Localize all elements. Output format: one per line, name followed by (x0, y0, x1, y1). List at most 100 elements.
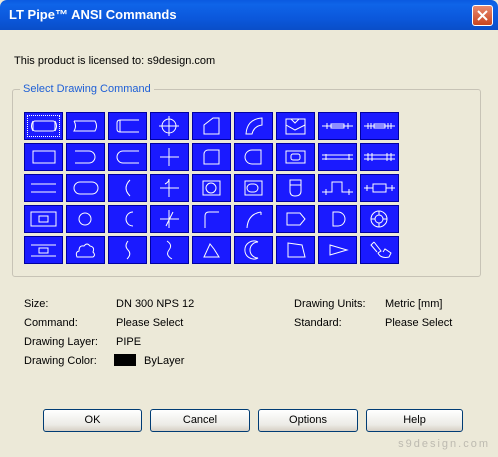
cross-icon (160, 148, 179, 166)
command-button[interactable] (108, 112, 147, 140)
pipe-line-icon (322, 154, 353, 160)
command-button[interactable] (192, 112, 231, 140)
command-button[interactable] (108, 174, 147, 202)
command-button[interactable] (150, 143, 189, 171)
shield-icon (289, 179, 302, 197)
command-button[interactable] (318, 174, 357, 202)
circle-icon (78, 212, 92, 226)
command-button[interactable] (24, 174, 63, 202)
rounded-square-icon (203, 149, 220, 165)
command-button[interactable] (234, 236, 273, 264)
ok-button[interactable]: OK (43, 409, 142, 432)
command-button[interactable] (360, 112, 399, 140)
command-button[interactable] (150, 174, 189, 202)
s-curve-icon (125, 240, 131, 260)
irregular-quad-icon (287, 242, 306, 258)
units-label: Drawing Units: (294, 298, 366, 310)
command-button[interactable] (108, 143, 147, 171)
rounded-end-icon (75, 150, 96, 164)
double-pipe-icon (364, 153, 395, 161)
size-label: Size: (24, 298, 49, 310)
cloud-icon (75, 243, 95, 258)
pentagon-icon (286, 212, 306, 226)
command-button[interactable] (318, 236, 357, 264)
inner-rect-icon (30, 211, 57, 227)
crosshair-circle-icon (159, 116, 179, 136)
command-button[interactable] (66, 236, 105, 264)
command-button[interactable] (192, 143, 231, 171)
command-button[interactable] (360, 236, 399, 264)
command-button[interactable] (360, 205, 399, 233)
command-button[interactable] (234, 205, 273, 233)
arc-icon (125, 179, 131, 197)
command-button[interactable] (234, 112, 273, 140)
command-button[interactable] (192, 205, 231, 233)
flange-pair-dark-icon (364, 123, 395, 129)
command-button[interactable] (24, 205, 63, 233)
c-arc-icon (125, 211, 134, 227)
command-button[interactable] (192, 236, 231, 264)
size-value: DN 300 NPS 12 (116, 298, 195, 310)
close-button[interactable] (472, 5, 493, 26)
flange-pair-icon (322, 123, 353, 129)
circle-in-square-icon (202, 180, 221, 196)
command-button[interactable] (24, 112, 63, 140)
command-button[interactable] (108, 236, 147, 264)
envelope-icon (285, 118, 306, 135)
command-button[interactable] (318, 205, 357, 233)
license-text: This product is licensed to: s9design.co… (14, 55, 216, 67)
valve-icon (322, 181, 353, 195)
layer-label: Drawing Layer: (24, 336, 98, 348)
trapezoid-icon (203, 243, 220, 258)
layer-value: PIPE (116, 336, 142, 348)
command-button[interactable] (360, 143, 399, 171)
standard-label: Standard: (294, 317, 342, 329)
tee-cross-icon (160, 178, 179, 197)
command-button[interactable] (318, 112, 357, 140)
command-button[interactable] (360, 174, 399, 202)
standard-value: Please Select (385, 317, 453, 329)
watermark: s9design.com (398, 438, 490, 450)
command-button[interactable] (276, 174, 315, 202)
command-button[interactable] (150, 236, 189, 264)
command-button[interactable] (276, 236, 315, 264)
command-button[interactable] (192, 174, 231, 202)
pipe-end-cap-icon (31, 120, 57, 132)
command-button[interactable] (108, 205, 147, 233)
command-button[interactable] (150, 112, 189, 140)
command-button[interactable] (66, 174, 105, 202)
arrow-triangle-icon (329, 244, 349, 256)
command-button[interactable] (276, 143, 315, 171)
command-button[interactable] (150, 205, 189, 233)
help-button[interactable]: Help (366, 409, 463, 432)
d-shape-icon (332, 211, 346, 227)
options-button[interactable]: Options (258, 409, 358, 432)
sweep-elbow-icon (246, 211, 262, 229)
union-icon (364, 183, 395, 193)
chamfer-corner-icon (203, 117, 220, 135)
command-button[interactable] (66, 112, 105, 140)
command-button[interactable] (276, 112, 315, 140)
reducer-icon (285, 150, 306, 164)
command-button[interactable] (276, 205, 315, 233)
reverse-s-icon (166, 240, 173, 260)
pipe-open-end-icon (116, 119, 139, 133)
command-button[interactable] (318, 143, 357, 171)
line-icon (31, 183, 56, 193)
command-button[interactable] (66, 205, 105, 233)
cancel-button[interactable]: Cancel (150, 409, 250, 432)
bracket-icon (116, 150, 139, 164)
command-button[interactable] (24, 236, 63, 264)
command-button[interactable] (234, 143, 273, 171)
command-button[interactable] (24, 143, 63, 171)
window-title: LT Pipe™ ANSI Commands (9, 7, 177, 22)
close-icon (477, 10, 488, 21)
command-button[interactable] (234, 174, 273, 202)
color-swatch (114, 354, 136, 366)
elbow-icon (204, 211, 219, 228)
crescent-icon (244, 240, 259, 260)
offset-rect-icon (31, 244, 56, 257)
command-button[interactable] (66, 143, 105, 171)
bearing-icon (370, 210, 388, 228)
rectangle-icon (32, 150, 56, 164)
